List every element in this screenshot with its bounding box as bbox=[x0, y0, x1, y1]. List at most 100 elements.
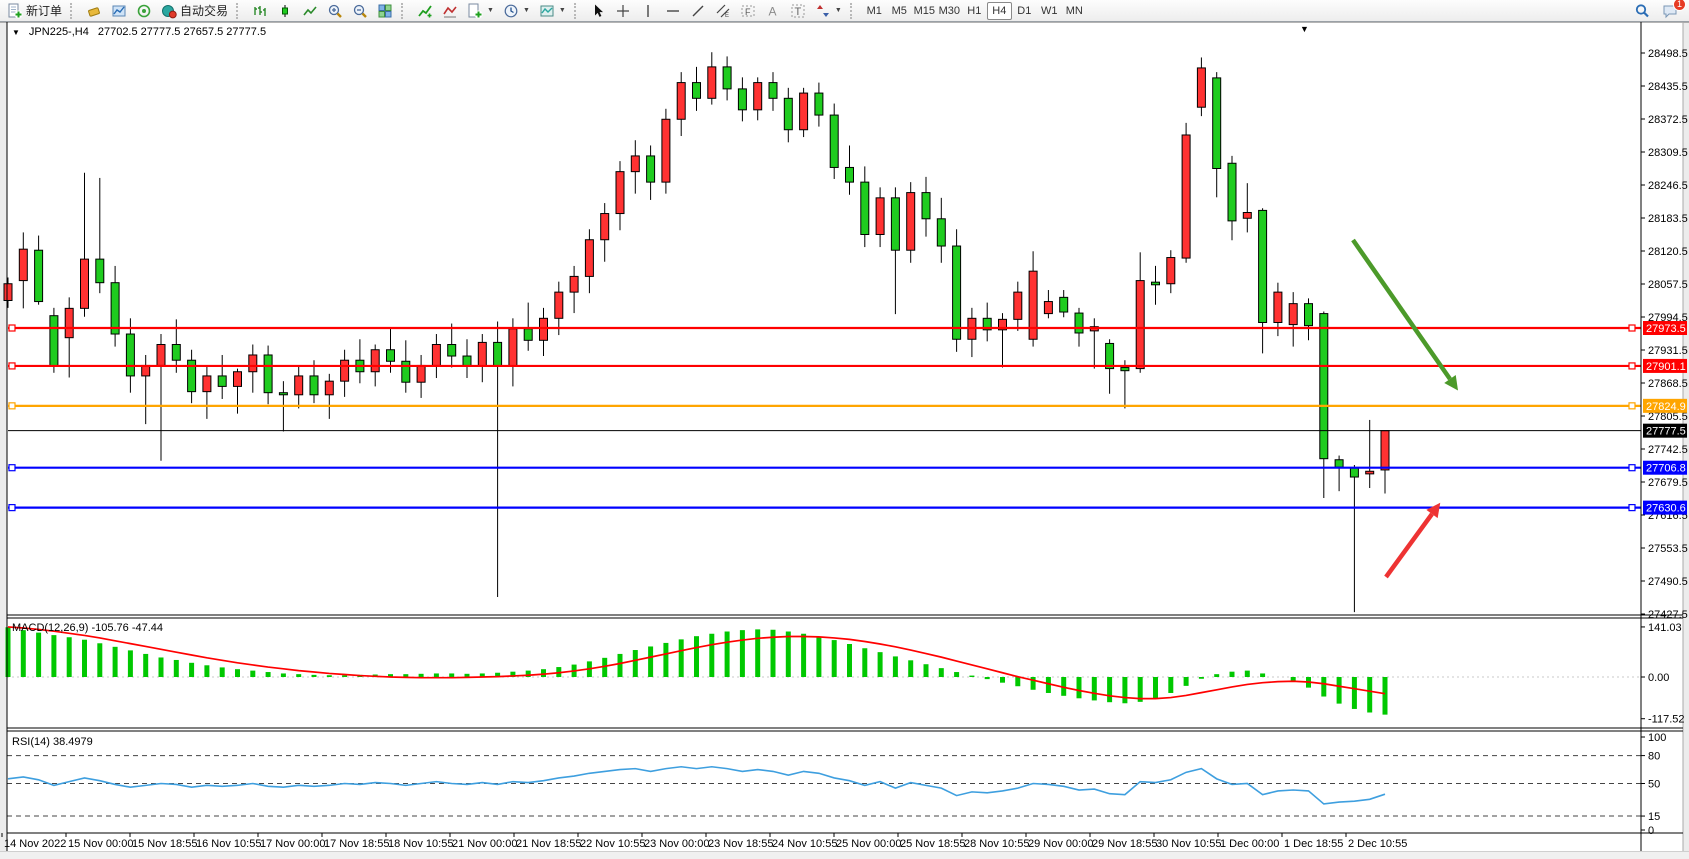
macd-label: MACD(12,26,9) -105.76 -47.44 bbox=[12, 622, 163, 634]
timeframe-MN[interactable]: MN bbox=[1062, 2, 1087, 20]
indicators-button[interactable] bbox=[413, 1, 437, 21]
auto-trading-button[interactable]: 自动交易 bbox=[157, 1, 232, 21]
templates-button[interactable]: ▼ bbox=[463, 1, 498, 21]
rsi-axis-label: 15 bbox=[1648, 811, 1660, 823]
time-tick-label: 15 Nov 18:55 bbox=[132, 838, 197, 850]
candle bbox=[1014, 292, 1022, 319]
candle bbox=[1259, 210, 1267, 322]
candle bbox=[432, 345, 440, 366]
cursor-tool-button[interactable] bbox=[586, 1, 610, 21]
candle bbox=[708, 67, 716, 98]
candle bbox=[524, 329, 532, 341]
dropdown-caret-icon: ▼ bbox=[523, 7, 530, 14]
candle bbox=[1044, 302, 1052, 314]
candle bbox=[585, 240, 593, 277]
templates-icon bbox=[467, 3, 483, 19]
line-handle[interactable] bbox=[9, 465, 15, 471]
signals-button[interactable] bbox=[132, 1, 156, 21]
candle bbox=[631, 156, 639, 172]
timeframe-H4[interactable]: H4 bbox=[987, 2, 1012, 20]
fibonacci-tool-button[interactable]: F bbox=[736, 1, 760, 21]
indicators-icon bbox=[417, 3, 433, 19]
line-handle[interactable] bbox=[1629, 465, 1635, 471]
timeframe-M1[interactable]: M1 bbox=[862, 2, 887, 20]
chart-properties-button[interactable]: ▼ bbox=[535, 1, 570, 21]
tile-windows-icon bbox=[377, 3, 393, 19]
trendline-icon bbox=[690, 3, 706, 19]
timeframe-W1[interactable]: W1 bbox=[1037, 2, 1062, 20]
indicator-list-button[interactable] bbox=[438, 1, 462, 21]
line-handle[interactable] bbox=[1629, 325, 1635, 331]
line-handle[interactable] bbox=[1629, 363, 1635, 369]
charts-button[interactable] bbox=[107, 1, 131, 21]
search-button[interactable] bbox=[1630, 1, 1654, 21]
timeframe-M30[interactable]: M30 bbox=[937, 2, 962, 20]
candle bbox=[662, 119, 670, 182]
text-icon: A bbox=[765, 3, 781, 19]
title-caret-icon[interactable]: ▼ bbox=[12, 28, 20, 37]
macd-axis-label: -117.52 bbox=[1648, 714, 1685, 726]
candle-chart-button[interactable] bbox=[273, 1, 297, 21]
horizontal-line-icon bbox=[665, 3, 681, 19]
crosshair-tool-button[interactable] bbox=[611, 1, 635, 21]
line-handle[interactable] bbox=[1629, 505, 1635, 511]
periods-button[interactable]: ▼ bbox=[499, 1, 534, 21]
channel-tool-button[interactable]: E bbox=[711, 1, 735, 21]
time-tick-label: 1 Dec 00:00 bbox=[1220, 838, 1279, 850]
crosshair-icon bbox=[615, 3, 631, 19]
candle bbox=[677, 83, 685, 120]
timeframe-M5[interactable]: M5 bbox=[887, 2, 912, 20]
chart-properties-icon bbox=[539, 3, 555, 19]
svg-text:27824.9: 27824.9 bbox=[1646, 401, 1686, 413]
shapes-tool-button[interactable]: ▼ bbox=[811, 1, 846, 21]
horizontal-line-tool-button[interactable] bbox=[661, 1, 685, 21]
vertical-line-tool-button[interactable] bbox=[636, 1, 660, 21]
zoom-in-icon bbox=[327, 3, 343, 19]
time-tick-label: 16 Nov 10:55 bbox=[196, 838, 261, 850]
new-order-icon bbox=[7, 3, 23, 19]
candle bbox=[4, 284, 12, 301]
chart-background bbox=[7, 22, 1683, 851]
auto-trading-icon bbox=[161, 3, 177, 19]
text-label-icon: T bbox=[790, 3, 806, 19]
zoom-out-button[interactable] bbox=[348, 1, 372, 21]
line-handle[interactable] bbox=[9, 325, 15, 331]
chat-button[interactable]: 1 bbox=[1658, 1, 1682, 21]
dropdown-caret-icon: ▼ bbox=[487, 7, 494, 14]
candle bbox=[35, 250, 43, 301]
timeframe-D1[interactable]: D1 bbox=[1012, 2, 1037, 20]
candle bbox=[555, 292, 563, 318]
text-tool-button[interactable]: A bbox=[761, 1, 785, 21]
candle bbox=[1060, 297, 1068, 312]
bar-chart-button[interactable] bbox=[248, 1, 272, 21]
line-handle[interactable] bbox=[9, 403, 15, 409]
candle bbox=[570, 276, 578, 292]
chart-ohlc-values: 27702.5 27777.5 27657.5 27777.5 bbox=[98, 26, 266, 38]
tile-windows-button[interactable] bbox=[373, 1, 397, 21]
zoom-in-button[interactable] bbox=[323, 1, 347, 21]
line-chart-icon bbox=[302, 3, 318, 19]
toolbar-right-tools: 1 bbox=[1630, 1, 1686, 21]
timeframe-M15[interactable]: M15 bbox=[912, 2, 937, 20]
price-tick-label: 28057.5 bbox=[1648, 279, 1688, 291]
time-tick-label: 21 Nov 00:00 bbox=[452, 838, 517, 850]
time-tick-label: 14 Nov 2022 bbox=[4, 838, 66, 850]
chart-menu-caret-icon[interactable]: ▼ bbox=[1300, 24, 1309, 34]
quotes-button[interactable] bbox=[82, 1, 106, 21]
time-tick-label: 22 Nov 10:55 bbox=[580, 838, 645, 850]
new-order-button[interactable]: 新订单 bbox=[3, 1, 66, 21]
time-tick-label: 28 Nov 10:55 bbox=[964, 838, 1029, 850]
svg-text:27706.8: 27706.8 bbox=[1646, 463, 1686, 475]
chart-area[interactable]: MACD(12,26,9) -105.76 -47.44RSI(14) 38.4… bbox=[0, 0, 1689, 859]
candle bbox=[1335, 460, 1343, 467]
label-tool-button[interactable]: T bbox=[786, 1, 810, 21]
line-handle[interactable] bbox=[9, 505, 15, 511]
line-chart-button[interactable] bbox=[298, 1, 322, 21]
candle bbox=[417, 365, 425, 382]
line-handle[interactable] bbox=[1629, 403, 1635, 409]
trendline-tool-button[interactable] bbox=[686, 1, 710, 21]
line-handle[interactable] bbox=[9, 363, 15, 369]
toolbar-grip bbox=[70, 3, 78, 19]
timeframe-H1[interactable]: H1 bbox=[962, 2, 987, 20]
time-tick-label: 23 Nov 00:00 bbox=[644, 838, 709, 850]
